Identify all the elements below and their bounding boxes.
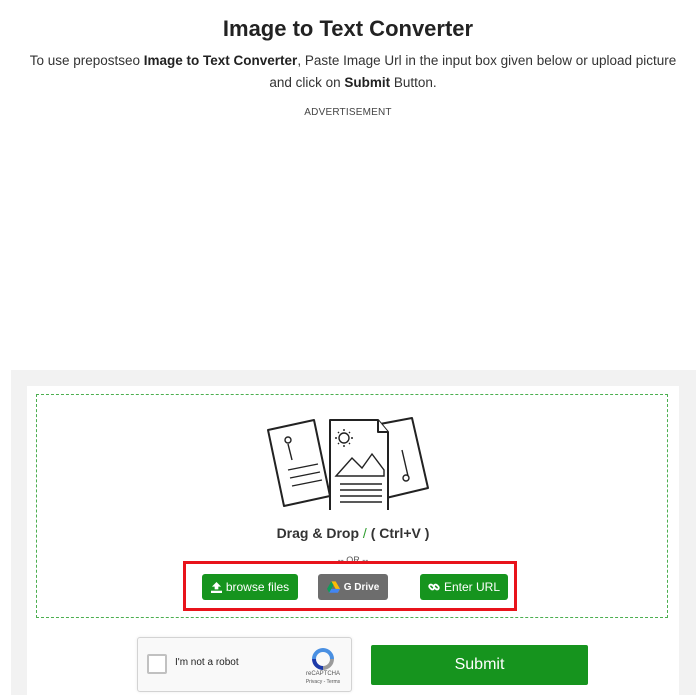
recaptcha-label: I'm not a robot	[175, 657, 239, 668]
advertisement-label: ADVERTISEMENT	[304, 107, 392, 118]
page-title: Image to Text Converter	[222, 16, 474, 41]
recaptcha-widget: I'm not a robot reCAPTCHA Privacy - Term…	[137, 637, 352, 692]
upload-icon	[210, 581, 222, 593]
documents-image-icon	[267, 417, 429, 510]
link-icon	[428, 583, 440, 591]
submit-reference: Submit	[344, 75, 391, 90]
submit-button[interactable]: Submit	[371, 645, 588, 685]
recaptcha-privacy-terms[interactable]: Privacy - Terms	[298, 679, 348, 686]
google-drive-icon	[326, 581, 340, 593]
tool-name: Image to Text Converter	[143, 53, 298, 68]
google-drive-button[interactable]: G Drive	[318, 574, 388, 600]
recaptcha-brand: reCAPTCHA	[305, 671, 340, 677]
intro-text: To use prepostseo Image to Text Converte…	[29, 53, 677, 90]
drag-drop-label: Drag & Drop / ( Ctrl+V )	[276, 525, 430, 541]
enter-url-button[interactable]: Enter URL	[420, 574, 508, 600]
browse-files-button[interactable]: browse files	[202, 574, 298, 600]
recaptcha-logo-icon	[312, 648, 334, 670]
recaptcha-checkbox[interactable]	[147, 654, 167, 674]
